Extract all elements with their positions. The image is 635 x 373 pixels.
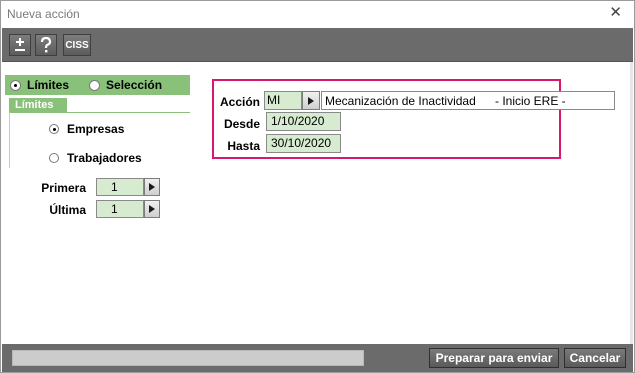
mode-selector: Límites Selección — [5, 75, 190, 95]
tab-panel-border — [9, 112, 10, 168]
play-arrow-icon — [149, 183, 155, 191]
ultima-lookup-button[interactable] — [144, 200, 160, 218]
play-arrow-icon — [308, 96, 314, 105]
plus-minus-icon — [15, 38, 25, 51]
window-title: Nueva acción — [7, 7, 80, 21]
radio-selected-icon — [10, 79, 21, 91]
help-button[interactable] — [35, 34, 57, 56]
hasta-field[interactable]: 30/10/2020 — [266, 134, 341, 153]
accion-description-field: Mecanización de Inactividad - Inicio ERE… — [321, 91, 615, 110]
footer-bar: Preparar para enviar Cancelar — [2, 344, 633, 372]
cancel-button[interactable]: Cancelar — [564, 348, 626, 368]
radio-unselected-icon — [89, 79, 101, 91]
primera-label: Primera — [41, 181, 86, 195]
radio-empresas[interactable]: Empresas — [49, 122, 124, 136]
desde-field[interactable]: 1/10/2020 — [266, 112, 341, 131]
desde-label: Desde — [223, 117, 260, 131]
tab-limites[interactable]: Límites — [9, 98, 67, 112]
radio-seleccion-label: Selección — [106, 78, 163, 92]
hasta-label: Hasta — [227, 139, 260, 153]
radio-trabajadores[interactable]: Trabajadores — [49, 151, 142, 165]
progress-bar — [12, 350, 364, 366]
accion-label: Acción — [219, 95, 260, 109]
radio-selected-icon — [49, 124, 59, 134]
primera-lookup-button[interactable] — [144, 178, 160, 196]
accion-code-field[interactable]: MI — [264, 91, 302, 110]
ultima-label: Última — [49, 203, 86, 217]
play-arrow-icon — [149, 205, 155, 213]
radio-empresas-label: Empresas — [67, 122, 125, 136]
radio-unselected-icon — [49, 153, 59, 163]
ultima-field[interactable]: 1 — [96, 200, 144, 218]
dialog-window: Nueva acción ✕ CISS Límites Selección Lí… — [0, 0, 635, 373]
close-icon[interactable]: ✕ — [609, 5, 622, 21]
title-bar: Nueva acción ✕ — [1, 1, 634, 28]
accion-description: Mecanización de Inactividad — [325, 93, 476, 108]
toolbar: CISS — [2, 28, 633, 62]
radio-trabajadores-label: Trabajadores — [67, 151, 142, 165]
radio-seleccion[interactable]: Selección — [89, 78, 162, 92]
accion-description-suffix: - Inicio ERE - — [495, 93, 566, 108]
scrollbar[interactable] — [630, 62, 633, 344]
tab-divider — [9, 112, 190, 113]
ciss-button[interactable]: CISS — [63, 34, 91, 56]
prepare-send-button[interactable]: Preparar para enviar — [429, 348, 559, 368]
radio-limites-label: Límites — [27, 78, 70, 92]
primera-field[interactable]: 1 — [96, 178, 144, 196]
help-icon — [40, 37, 52, 53]
plus-minus-button[interactable] — [9, 34, 31, 56]
radio-limites[interactable]: Límites — [10, 78, 69, 92]
accion-lookup-button[interactable] — [302, 91, 320, 110]
